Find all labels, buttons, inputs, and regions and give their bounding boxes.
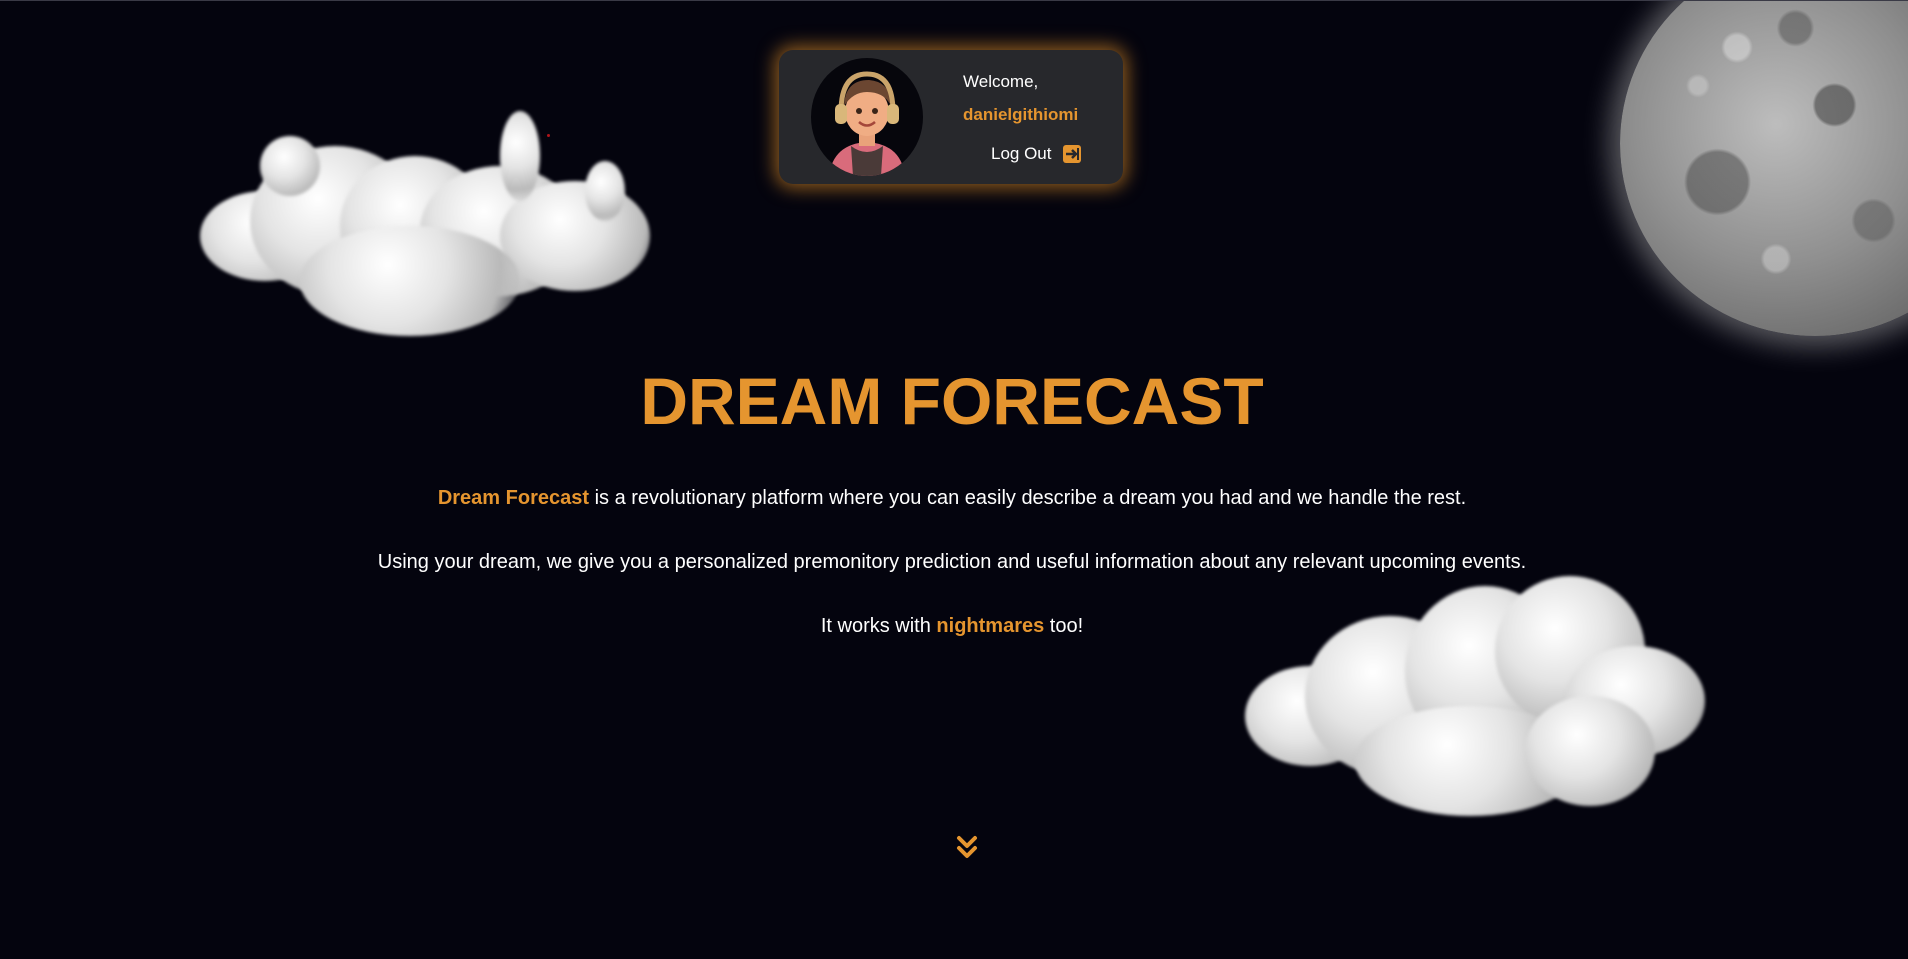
avatar xyxy=(811,58,923,176)
brand-highlight: Dream Forecast xyxy=(437,487,590,509)
double-chevron-down-icon xyxy=(957,836,977,858)
nightmares-paragraph: It works with nightmares too! xyxy=(0,615,1904,638)
logout-label: Log Out xyxy=(991,144,1052,163)
avatar-person-icon xyxy=(829,71,905,176)
cloud-image-right xyxy=(1245,576,1715,826)
logout-button[interactable]: Log Out xyxy=(991,144,1082,164)
welcome-text: Welcome, xyxy=(963,72,1039,91)
page-title: DREAM FORECAST xyxy=(640,364,1264,438)
scroll-down-button[interactable] xyxy=(955,834,979,862)
description-paragraph: Using your dream, we give you a personal… xyxy=(377,551,1527,573)
intro-text: is a revolutionary platform where you ca… xyxy=(589,487,1467,509)
nightmares-after: too! xyxy=(1044,615,1084,637)
nightmares-highlight: nightmares xyxy=(936,615,1045,637)
moon-image xyxy=(1620,1,1908,336)
nightmares-before: It works with xyxy=(820,615,937,637)
landing-page: Welcome, danielgithiomi Log Out DREAM FO… xyxy=(0,0,1908,959)
cloud-image-left xyxy=(200,106,660,346)
logout-icon xyxy=(1062,144,1082,164)
username: danielgithiomi xyxy=(963,105,1079,124)
intro-paragraph: Dream Forecast is a revolutionary platfo… xyxy=(0,487,1904,510)
profile-card: Welcome, danielgithiomi Log Out xyxy=(779,50,1123,184)
stray-dot xyxy=(547,134,550,137)
